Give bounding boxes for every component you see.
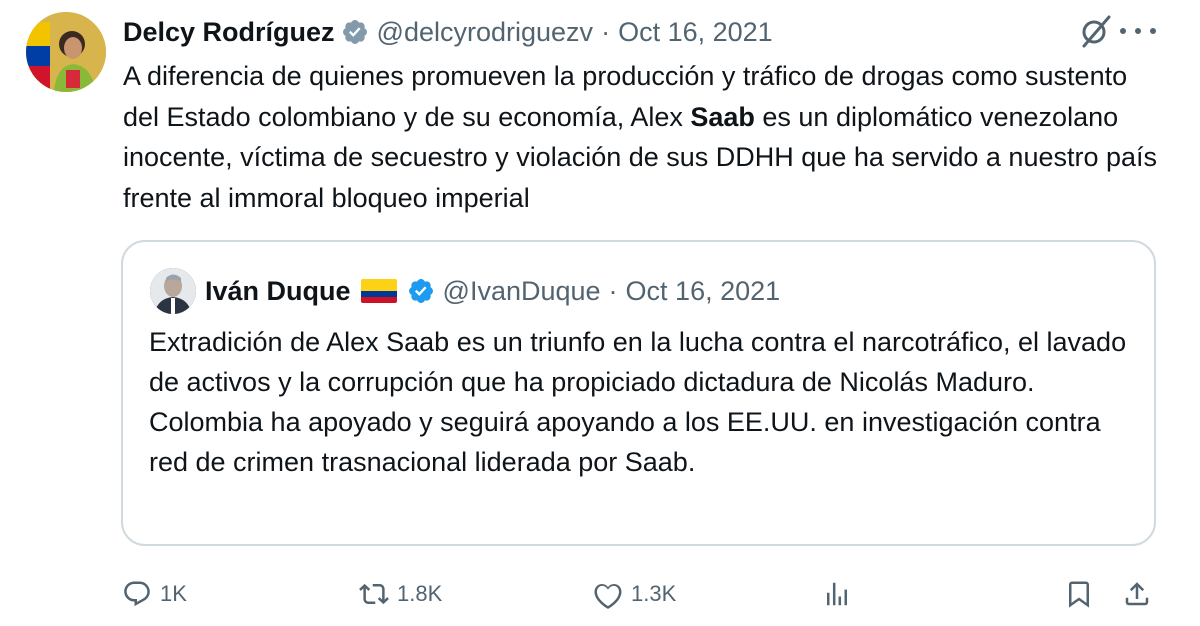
- views-button[interactable]: [822, 574, 860, 614]
- author-avatar-image: [26, 12, 106, 92]
- more-icon[interactable]: [1120, 16, 1156, 46]
- quoted-tweet[interactable]: Iván Duque @IvanDuque · Oct 16, 2021 Ext…: [121, 240, 1156, 546]
- like-icon: [594, 583, 622, 609]
- bookmark-button[interactable]: [1064, 574, 1102, 614]
- reply-button[interactable]: 1K: [122, 574, 187, 614]
- like-button[interactable]: 1.3K: [593, 574, 676, 614]
- quote-author-handle[interactable]: @IvanDuque: [443, 276, 601, 307]
- share-button[interactable]: [1122, 574, 1160, 614]
- tweet-text: A diferencia de quienes promueven la pro…: [123, 56, 1163, 218]
- verified-badge-icon: [408, 279, 433, 303]
- repost-button[interactable]: 1.8K: [359, 574, 442, 614]
- quote-date[interactable]: Oct 16, 2021: [626, 276, 781, 307]
- colombia-flag-icon: [360, 279, 397, 303]
- author-name[interactable]: Delcy Rodríguez: [123, 17, 335, 48]
- quote-text: Extradición de Alex Saab es un triunfo e…: [149, 327, 1127, 477]
- like-count: 1.3K: [631, 581, 677, 606]
- tweet-date[interactable]: Oct 16, 2021: [618, 17, 773, 48]
- grok-icon[interactable]: [1078, 13, 1114, 49]
- quote-avatar-image: [150, 268, 196, 314]
- tweet-header: Delcy Rodríguez @delcyrodriguezv · Oct 1…: [123, 12, 1160, 52]
- author-avatar[interactable]: [26, 12, 106, 92]
- action-bar: 1K 1.8K 1.3K: [122, 574, 1162, 614]
- quote-author-avatar[interactable]: [150, 268, 196, 314]
- separator-dot: ·: [601, 16, 611, 47]
- author-handle[interactable]: @delcyrodriguezv: [377, 17, 594, 48]
- views-icon: [827, 582, 847, 606]
- quote-header: Iván Duque @IvanDuque · Oct 16, 2021: [205, 271, 780, 311]
- quote-author-name[interactable]: Iván Duque: [205, 276, 351, 307]
- separator-dot: ·: [608, 275, 618, 306]
- tweet-text-bold: Saab: [690, 101, 755, 132]
- repost-count: 1.8K: [397, 581, 443, 606]
- reply-icon: [124, 581, 150, 607]
- reply-count: 1K: [160, 581, 187, 606]
- share-icon: [1125, 582, 1149, 606]
- verified-badge-icon: [342, 20, 367, 44]
- retweet-icon: [359, 583, 389, 605]
- bookmark-icon: [1069, 581, 1089, 608]
